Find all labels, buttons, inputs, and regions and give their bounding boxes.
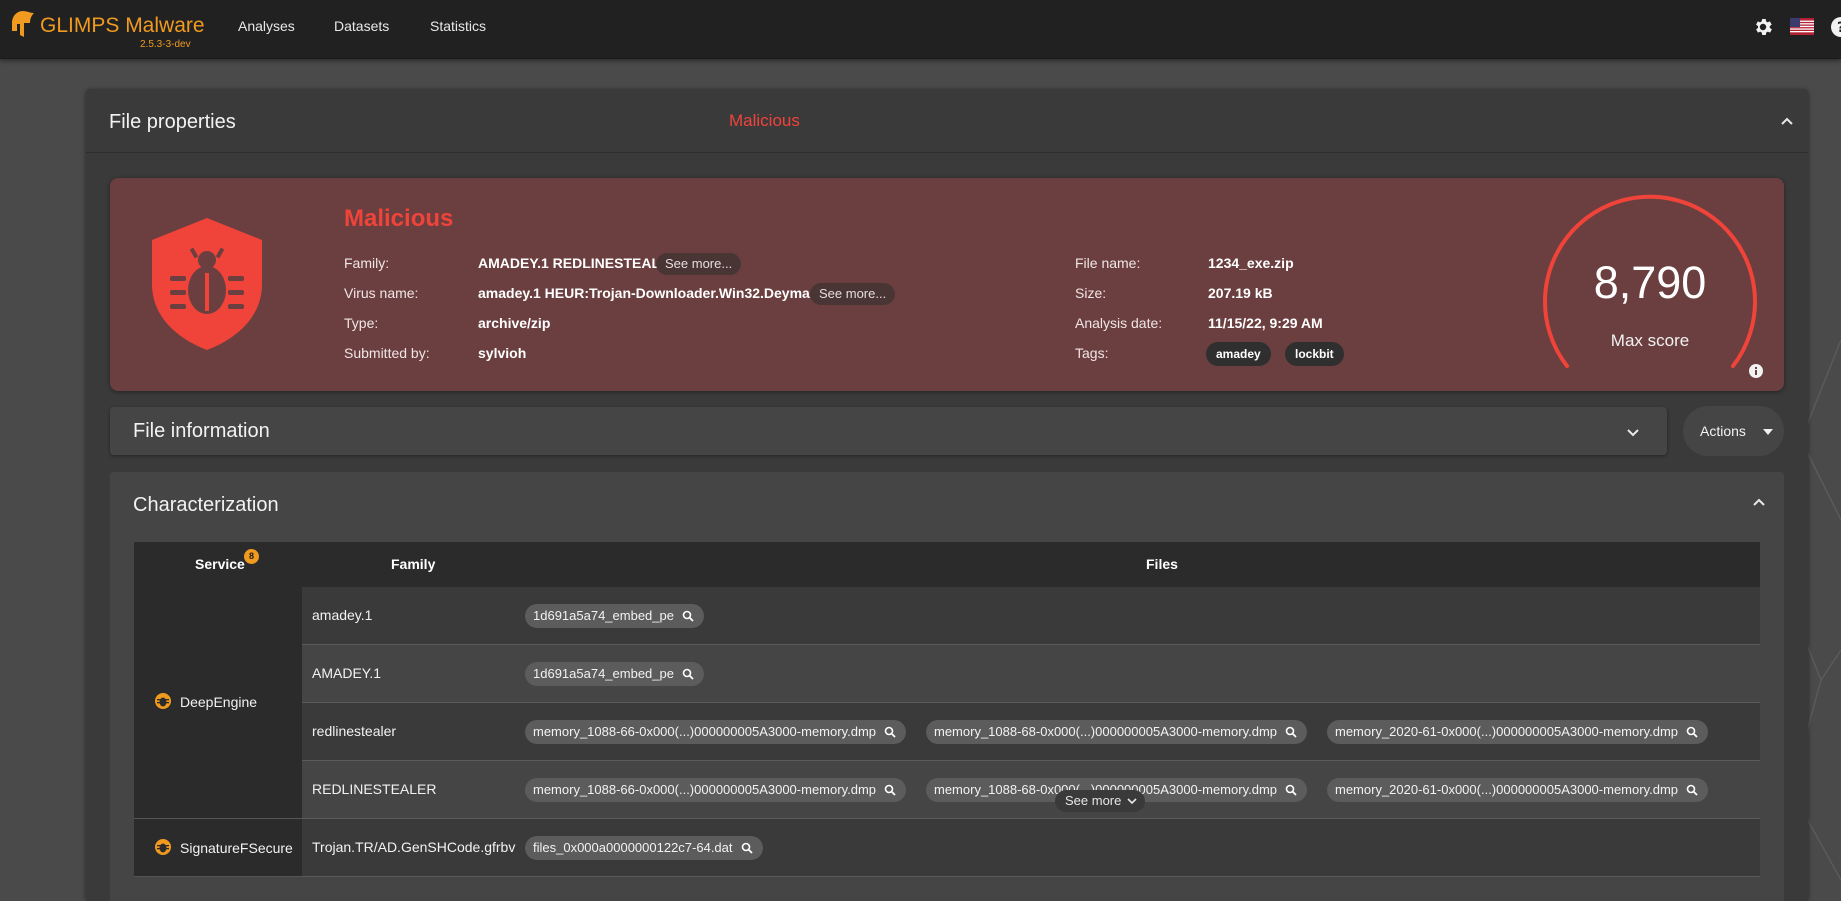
file-name: memory_1088-66-0x000(...)000000005A3000-… bbox=[533, 724, 877, 739]
file-information-panel[interactable]: File information bbox=[110, 407, 1667, 455]
spartan-helmet-icon bbox=[12, 11, 34, 37]
service-cell: SignatureFSecure bbox=[134, 819, 302, 877]
verdict-summary: Malicious Family: AMADEY.1 REDLINESTEALE… bbox=[110, 178, 1784, 391]
file-name-label: File name: bbox=[1075, 255, 1141, 271]
max-score-label: Max score bbox=[1610, 331, 1690, 350]
bug-icon bbox=[155, 839, 171, 855]
file-name: memory_2020-61-0x000(...)000000005A3000-… bbox=[1335, 724, 1679, 739]
virus-name-label: Virus name: bbox=[344, 285, 419, 301]
file-properties-card: File properties Malicious Malicious Fami… bbox=[86, 89, 1808, 901]
table-row: redlinestealer memory_1088-66-0x000(...)… bbox=[302, 703, 1760, 761]
search-icon bbox=[1686, 726, 1698, 738]
app-version: 2.5.3-3-dev bbox=[140, 39, 191, 50]
file-information-title: File information bbox=[133, 420, 270, 442]
search-icon bbox=[1285, 726, 1297, 738]
file-name: 1d691a5a74_embed_pe bbox=[533, 608, 674, 623]
family-value: AMADEY.1 REDLINESTEALER bbox=[478, 255, 680, 271]
characterization-panel: Characterization Service 8 Family Files … bbox=[110, 472, 1784, 901]
summary-title: Malicious bbox=[344, 205, 454, 232]
family-cell: amadey.1 bbox=[312, 607, 373, 623]
us-flag-icon[interactable] bbox=[1790, 18, 1814, 35]
type-label: Type: bbox=[344, 315, 379, 331]
tag-chip[interactable]: lockbit bbox=[1285, 342, 1344, 366]
caret-down-icon bbox=[1763, 429, 1773, 435]
table-row: Trojan.TR/AD.GenSHCode.gfrbv files_0x000… bbox=[302, 819, 1760, 877]
family-see-more-button[interactable]: See more... bbox=[656, 253, 742, 275]
info-icon[interactable] bbox=[1748, 363, 1764, 379]
family-cell: Trojan.TR/AD.GenSHCode.gfrbv bbox=[312, 839, 516, 855]
submitted-by-value: sylvioh bbox=[478, 345, 527, 361]
search-icon bbox=[741, 842, 753, 854]
service-cell: DeepEngine bbox=[134, 587, 302, 819]
search-icon bbox=[682, 610, 694, 622]
nav-analyses[interactable]: Analyses bbox=[238, 18, 295, 34]
brand-title[interactable]: GLIMPS Malware bbox=[40, 14, 205, 38]
file-properties-header[interactable]: File properties Malicious bbox=[86, 89, 1808, 153]
help-icon[interactable]: ? bbox=[1830, 16, 1841, 38]
search-icon bbox=[1285, 784, 1297, 796]
file-name: memory_1088-66-0x000(...)000000005A3000-… bbox=[533, 782, 877, 797]
file-name: memory_2020-61-0x000(...)000000005A3000-… bbox=[1335, 782, 1679, 797]
file-chip[interactable]: memory_2020-61-0x000(...)000000005A3000-… bbox=[1327, 778, 1709, 802]
chevron-down-icon bbox=[1127, 798, 1137, 805]
table-row: amadey.1 1d691a5a74_embed_pe bbox=[302, 587, 1760, 645]
file-chip[interactable]: memory_1088-66-0x000(...)000000005A3000-… bbox=[525, 778, 907, 802]
search-icon bbox=[884, 784, 896, 796]
nav-statistics[interactable]: Statistics bbox=[430, 18, 486, 34]
service-name: SignatureFSecure bbox=[180, 840, 293, 856]
size-value: 207.19 kB bbox=[1208, 285, 1273, 301]
table-row: AMADEY.1 1d691a5a74_embed_pe bbox=[302, 645, 1760, 703]
files-header: Files bbox=[1146, 556, 1178, 572]
tag-chip[interactable]: amadey bbox=[1206, 342, 1271, 366]
service-name: DeepEngine bbox=[180, 694, 258, 710]
see-more-label: See more bbox=[1065, 793, 1122, 808]
family-cell: REDLINESTEALER bbox=[312, 781, 437, 797]
service-header: Service bbox=[195, 556, 245, 572]
search-icon bbox=[884, 726, 896, 738]
analysis-date-value: 11/15/22, 9:29 AM bbox=[1208, 315, 1323, 331]
file-name-value: 1234_exe.zip bbox=[1208, 255, 1294, 271]
bug-icon bbox=[155, 693, 171, 709]
top-bar: GLIMPS Malware 2.5.3-3-dev Analyses Data… bbox=[0, 0, 1841, 59]
search-icon bbox=[682, 668, 694, 680]
gear-icon[interactable] bbox=[1752, 16, 1774, 38]
search-icon bbox=[1686, 784, 1698, 796]
chevron-up-icon[interactable] bbox=[1780, 114, 1794, 128]
table-header: Service 8 Family Files bbox=[134, 542, 1760, 587]
file-properties-title: File properties bbox=[109, 111, 236, 133]
actions-label: Actions bbox=[1700, 423, 1746, 439]
virus-see-more-button[interactable]: See more... bbox=[810, 283, 896, 305]
family-cell: redlinestealer bbox=[312, 723, 397, 739]
file-chip[interactable]: files_0x000a0000000122c7-64.dat bbox=[525, 836, 763, 860]
file-name: 1d691a5a74_embed_pe bbox=[533, 666, 674, 681]
shield-bug-icon bbox=[152, 218, 262, 350]
chevron-up-icon[interactable] bbox=[1752, 495, 1766, 509]
submitted-by-label: Submitted by: bbox=[344, 345, 430, 361]
file-chip[interactable]: memory_1088-68-0x000(...)000000005A3000-… bbox=[926, 720, 1308, 744]
file-chip[interactable]: 1d691a5a74_embed_pe bbox=[525, 662, 704, 686]
see-more-button[interactable]: See more bbox=[1055, 790, 1146, 812]
tags-label: Tags: bbox=[1075, 345, 1109, 361]
max-score-value: 8,790 bbox=[1593, 257, 1707, 308]
family-cell: AMADEY.1 bbox=[312, 665, 381, 681]
analysis-date-label: Analysis date: bbox=[1075, 315, 1163, 331]
family-label: Family: bbox=[344, 255, 390, 271]
type-value: archive/zip bbox=[478, 315, 551, 331]
file-name: files_0x000a0000000122c7-64.dat bbox=[533, 840, 733, 855]
chevron-down-icon[interactable] bbox=[1626, 426, 1640, 440]
file-chip[interactable]: memory_2020-61-0x000(...)000000005A3000-… bbox=[1327, 720, 1709, 744]
file-chip[interactable]: 1d691a5a74_embed_pe bbox=[525, 604, 704, 628]
size-label: Size: bbox=[1075, 285, 1107, 301]
service-count-badge: 8 bbox=[244, 549, 259, 564]
virus-name-value: amadey.1 HEUR:Trojan-Downloader.Win32.De… bbox=[478, 285, 839, 301]
nav-datasets[interactable]: Datasets bbox=[334, 18, 389, 34]
actions-button[interactable]: Actions bbox=[1683, 406, 1784, 456]
file-name: memory_1088-68-0x000(...)000000005A3000-… bbox=[934, 724, 1278, 739]
file-chip[interactable]: memory_1088-66-0x000(...)000000005A3000-… bbox=[525, 720, 907, 744]
verdict-label: Malicious bbox=[729, 111, 800, 130]
table-row: REDLINESTEALER memory_1088-66-0x000(...)… bbox=[302, 761, 1760, 819]
characterization-title: Characterization bbox=[133, 494, 279, 516]
family-header: Family bbox=[391, 556, 436, 572]
svg-text:?: ? bbox=[1837, 20, 1841, 36]
